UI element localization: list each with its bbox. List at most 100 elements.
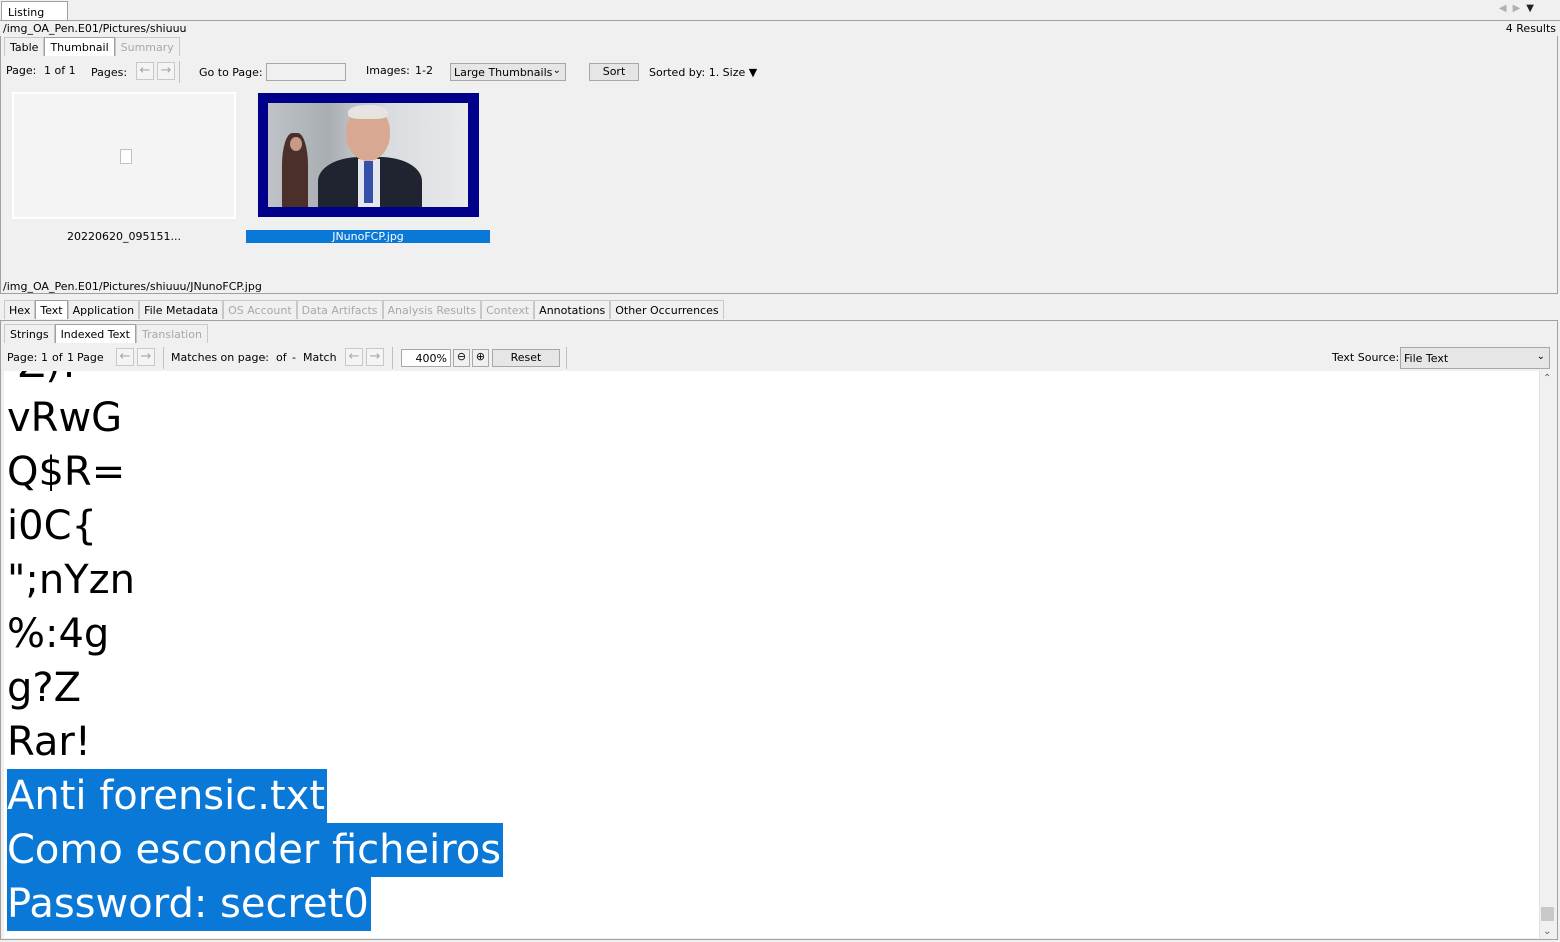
chevron-down-icon: ⌄ [552, 65, 561, 76]
sort-button[interactable]: Sort [589, 63, 639, 81]
thumbnail-label-selected[interactable]: JNunoFCP.jpg [246, 230, 490, 243]
text-source-select[interactable]: File Text ⌄ [1400, 347, 1550, 369]
text-viewer[interactable]: 'Z)! vRwG Q$R= i0C{ ";nYzn %:4g g?Z Rar!… [4, 371, 1539, 938]
tab-application[interactable]: Application [67, 300, 140, 319]
thumbnail-toolbar: Page: 1 of 1 Pages: ← → Go to Page: Imag… [0, 58, 1558, 86]
thumbnail-item-2[interactable] [258, 93, 479, 217]
arrow-right-icon: → [140, 349, 152, 364]
forward-arrow-icon[interactable]: ▶ [1513, 3, 1527, 14]
tab-table[interactable]: Table [4, 37, 45, 56]
tab-strings[interactable]: Strings [4, 324, 55, 343]
arrow-right-icon: → [160, 63, 172, 78]
images-label: Images: [366, 64, 410, 77]
nav-controls: ◀▶▼ [1499, 3, 1540, 14]
thumbnail-item-1[interactable] [12, 92, 236, 219]
view-tabs: Table Thumbnail Summary [4, 37, 180, 56]
zoom-in-icon: ⊕ [475, 350, 486, 363]
results-count: 4 Results [1505, 22, 1556, 35]
prev-match-button[interactable]: ← [345, 348, 363, 366]
zoom-field[interactable]: 400% [401, 349, 451, 367]
next-page-button[interactable]: → [137, 348, 155, 366]
thumbnail-size-value: Large Thumbnails [454, 66, 553, 79]
divider [0, 20, 1560, 21]
zoom-out-icon: ⊖ [456, 350, 467, 363]
scroll-down-icon[interactable]: ⌄ [1543, 926, 1551, 937]
go-to-page-label: Go to Page: [199, 66, 263, 79]
images-value: 1-2 [415, 64, 433, 77]
of-label: of [52, 351, 63, 364]
tab-thumbnail[interactable]: Thumbnail [44, 37, 115, 56]
arrow-left-icon: ← [139, 63, 151, 78]
page-total: 1 [67, 351, 74, 364]
text-line: Q$R= [7, 449, 126, 495]
page-value: 1 of 1 [44, 64, 76, 77]
thumbnail-label[interactable]: 20220620_095151... [12, 230, 236, 243]
file-icon [120, 149, 132, 164]
arrow-left-icon: ← [348, 349, 360, 364]
text-line-highlighted: Como esconder ficheiros [7, 823, 504, 877]
tab-analysis-results[interactable]: Analysis Results [382, 300, 482, 319]
text-line: 'Z)! [7, 371, 77, 391]
selected-file-path: /img_OA_Pen.E01/Pictures/shiuuu/JNunoFCP… [3, 280, 262, 293]
tab-other-occurrences[interactable]: Other Occurrences [610, 300, 724, 319]
prev-page-button[interactable]: ← [116, 348, 134, 366]
text-source-label: Text Source: [1332, 351, 1400, 364]
content-tabs: Hex Text Application File Metadata OS Ac… [4, 300, 724, 319]
scrollbar-thumb[interactable] [1541, 907, 1554, 921]
vertical-scrollbar[interactable]: ⌃ ⌄ [1539, 371, 1555, 938]
divider [179, 61, 180, 83]
tab-context[interactable]: Context [481, 300, 535, 319]
listing-tab-label: Listing [8, 6, 45, 19]
matches-value: - [262, 351, 266, 364]
tab-annotations[interactable]: Annotations [534, 300, 611, 319]
text-line: %:4g [7, 611, 110, 657]
next-page-button[interactable]: → [157, 62, 175, 80]
tab-indexed-text[interactable]: Indexed Text [54, 324, 136, 343]
zoom-in-button[interactable]: ⊕ [472, 349, 489, 367]
tab-listing[interactable]: Listing [1, 1, 68, 21]
divider [392, 347, 393, 369]
tab-summary[interactable]: Summary [114, 37, 180, 56]
next-match-button[interactable]: → [366, 348, 384, 366]
text-toolbar: Page: 1 of 1 Page ← → Matches on page: -… [0, 345, 1556, 371]
tab-text[interactable]: Text [35, 300, 68, 319]
divider [566, 347, 567, 369]
dropdown-menu-icon[interactable]: ▼ [1526, 3, 1540, 14]
thumbnail-image [268, 103, 468, 207]
tab-file-metadata[interactable]: File Metadata [139, 300, 224, 319]
scroll-up-icon[interactable]: ⌃ [1543, 373, 1551, 384]
page-value: 1 [41, 351, 48, 364]
tab-os-account[interactable]: OS Account [223, 300, 297, 319]
pages-label: Pages: [91, 66, 128, 79]
go-to-page-input[interactable] [266, 63, 346, 81]
thumbnail-size-select[interactable]: Large Thumbnails ⌄ [450, 63, 566, 81]
current-path: /img_OA_Pen.E01/Pictures/shiuuu [3, 22, 187, 35]
chevron-down-icon: ⌄ [1536, 351, 1545, 362]
text-line: vRwG [7, 395, 123, 441]
matches-of: of [276, 351, 287, 364]
reset-button[interactable]: Reset [492, 349, 560, 367]
text-line: g?Z [7, 665, 82, 711]
page-label: Page: [6, 64, 37, 77]
zoom-value: 400% [415, 352, 447, 365]
tab-data-artifacts[interactable]: Data Artifacts [296, 300, 383, 319]
tab-hex[interactable]: Hex [4, 300, 36, 319]
arrow-right-icon: → [369, 349, 381, 364]
text-subtabs: Strings Indexed Text Translation [4, 324, 208, 343]
back-arrow-icon[interactable]: ◀ [1499, 3, 1513, 14]
page-word: Page [77, 351, 104, 364]
text-line: ";nYzn [7, 557, 136, 603]
tab-translation[interactable]: Translation [136, 324, 208, 343]
prev-page-button[interactable]: ← [136, 62, 154, 80]
zoom-out-button[interactable]: ⊖ [453, 349, 470, 367]
matches-label: Matches on page: [171, 351, 269, 364]
sorted-by-label[interactable]: Sorted by: 1. Size ▼ [649, 66, 757, 79]
divider [163, 347, 164, 369]
page-label: Page: [7, 351, 38, 364]
text-source-value: File Text [1404, 352, 1449, 365]
text-line-highlighted: Anti forensic.txt [7, 769, 328, 823]
text-line: Rar! [7, 719, 91, 765]
arrow-left-icon: ← [119, 349, 131, 364]
matches-total: - [292, 351, 296, 364]
text-line: i0C{ [7, 503, 97, 549]
